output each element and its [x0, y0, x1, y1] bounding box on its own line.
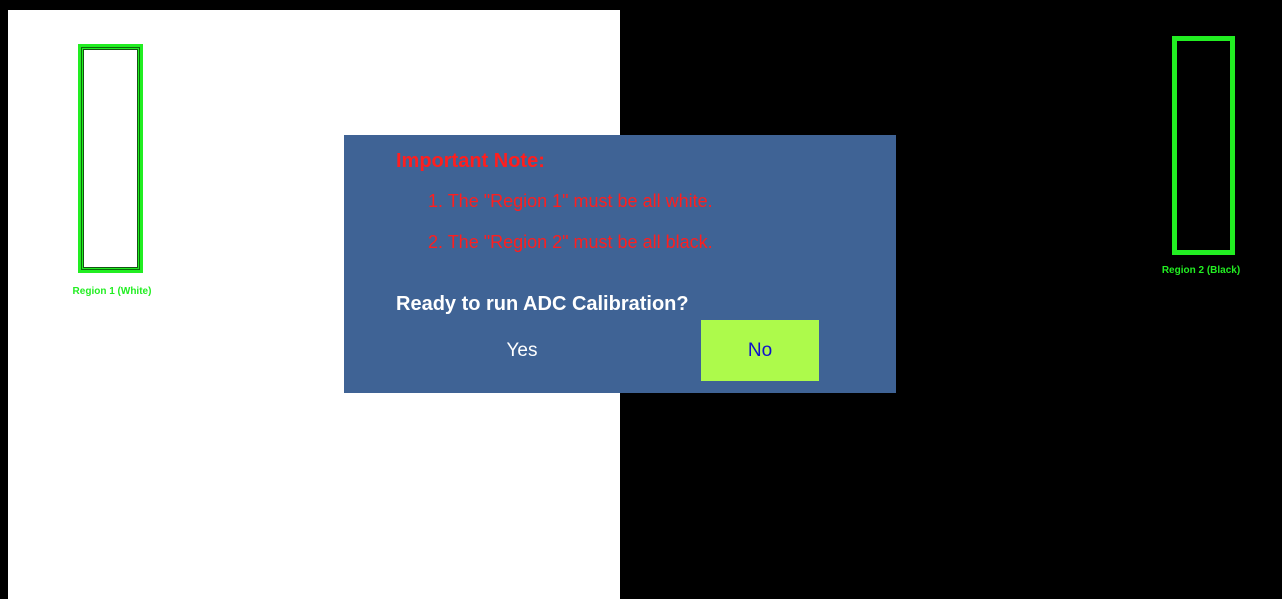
no-button[interactable]: No — [701, 320, 819, 381]
note-line-1: 1. The "Region 1" must be all white. — [428, 191, 713, 211]
region-1-marker — [78, 44, 143, 273]
note-title: Important Note: — [396, 150, 545, 172]
calibration-dialog: Important Note: 1. The "Region 1" must b… — [344, 135, 896, 393]
region-2-label: Region 2 (Black) — [1161, 265, 1241, 276]
yes-button[interactable]: Yes — [470, 320, 574, 381]
note-line-2: 2. The "Region 2" must be all black. — [428, 232, 713, 252]
region-2-marker — [1172, 36, 1235, 255]
confirm-question: Ready to run ADC Calibration? — [396, 293, 689, 315]
region-1-label: Region 1 (White) — [72, 286, 152, 297]
